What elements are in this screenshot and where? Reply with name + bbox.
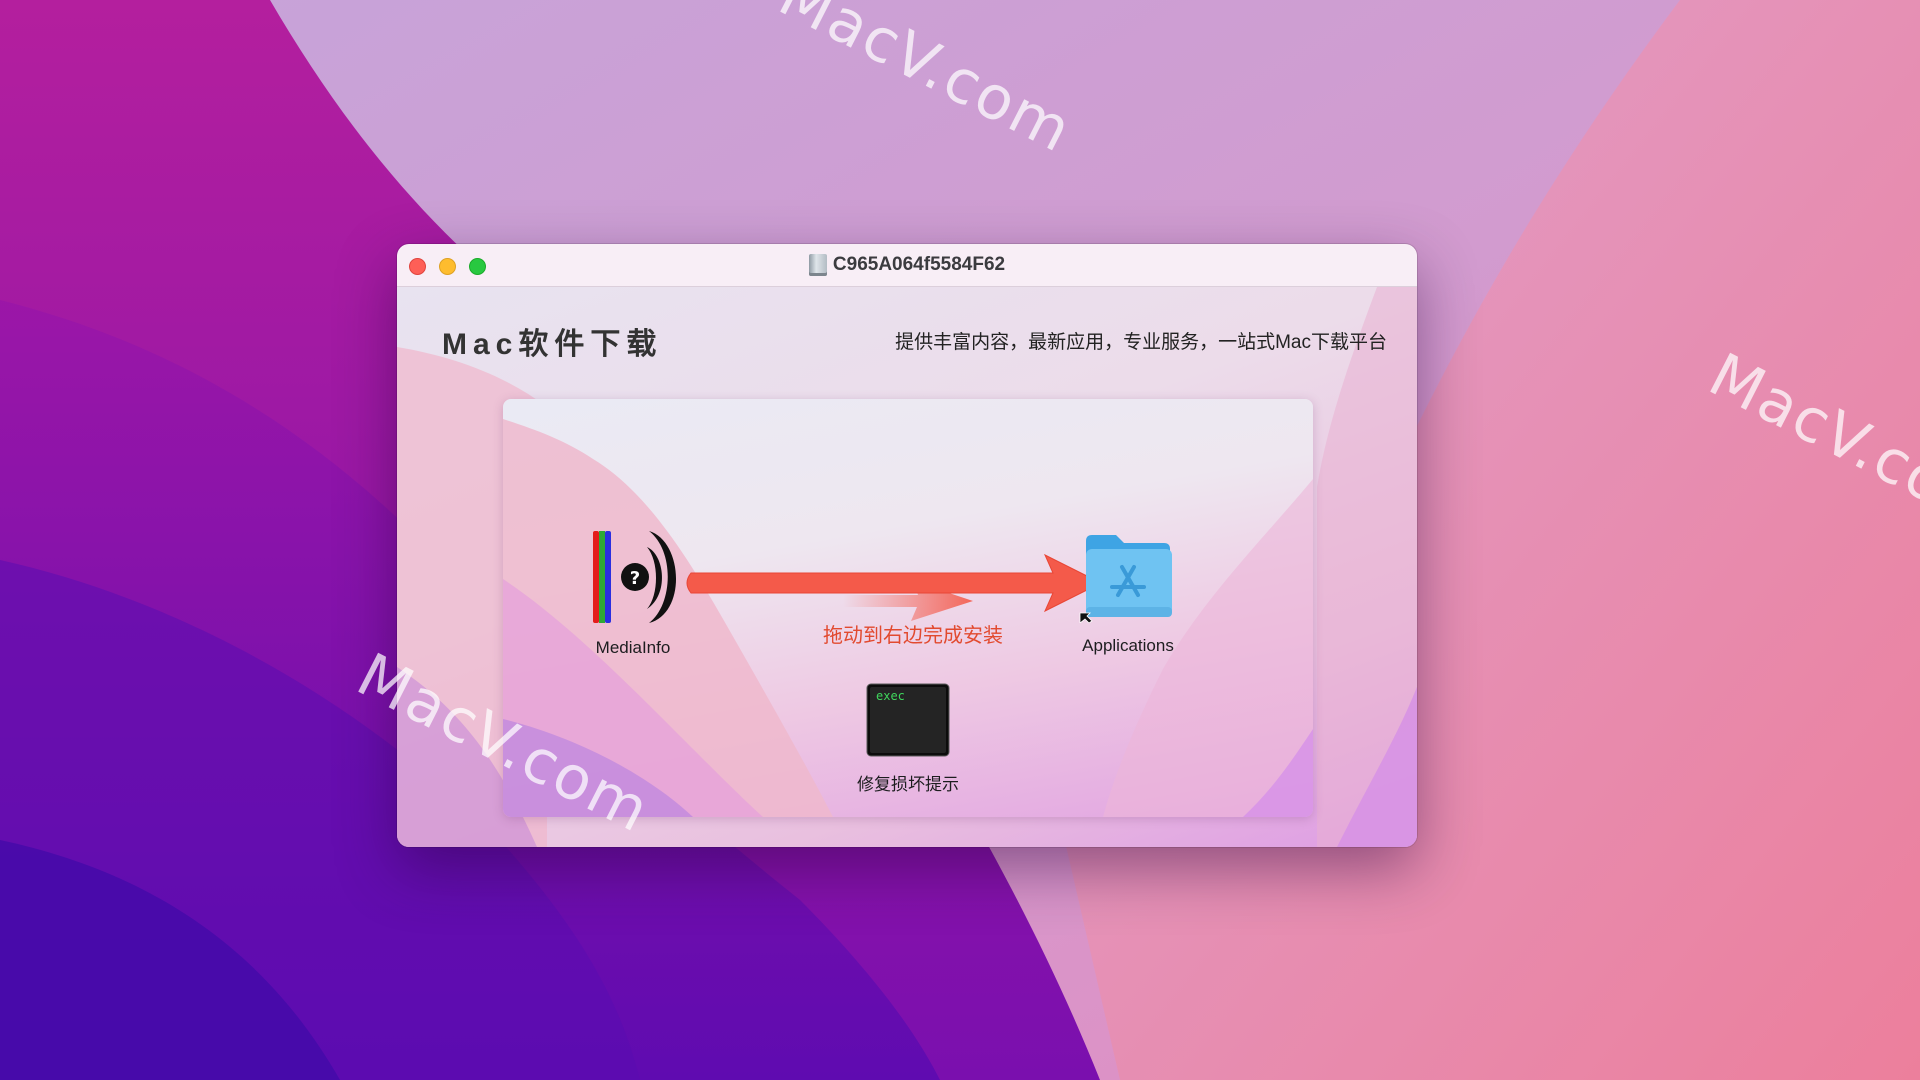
- terminal-exec-icon: exec: [866, 683, 950, 757]
- exec-text: exec: [876, 689, 905, 703]
- svg-text:?: ?: [630, 568, 640, 589]
- mediainfo-label: MediaInfo: [595, 638, 671, 657]
- window-title: C965A064f5584F62: [832, 254, 1006, 275]
- window-title-group: C965A064f5584F62: [397, 244, 1417, 286]
- drag-hint: 拖动到右边完成安装: [823, 625, 1003, 647]
- applications-folder[interactable]: Applications: [1068, 527, 1188, 656]
- drop-panel: ? MediaInfo 拖动到右边完成安装 Applications exec …: [503, 399, 1313, 817]
- fix-damage-label: 修复损坏提示: [857, 775, 959, 794]
- drive-icon: [808, 254, 827, 276]
- fix-damage-script[interactable]: exec 修复损坏提示: [833, 683, 983, 795]
- applications-folder-icon: [1079, 535, 1172, 624]
- mediainfo-icon: ?: [593, 531, 677, 623]
- mediainfo-app-icon[interactable]: ? MediaInfo: [573, 525, 693, 658]
- applications-label: Applications: [1082, 636, 1174, 655]
- tagline: 提供丰富内容，最新应用，专业服务，一站式Mac下载平台: [895, 332, 1387, 353]
- title-bar[interactable]: C965A064f5584F62: [397, 244, 1417, 287]
- brand-title: Mac软件下载: [442, 328, 663, 361]
